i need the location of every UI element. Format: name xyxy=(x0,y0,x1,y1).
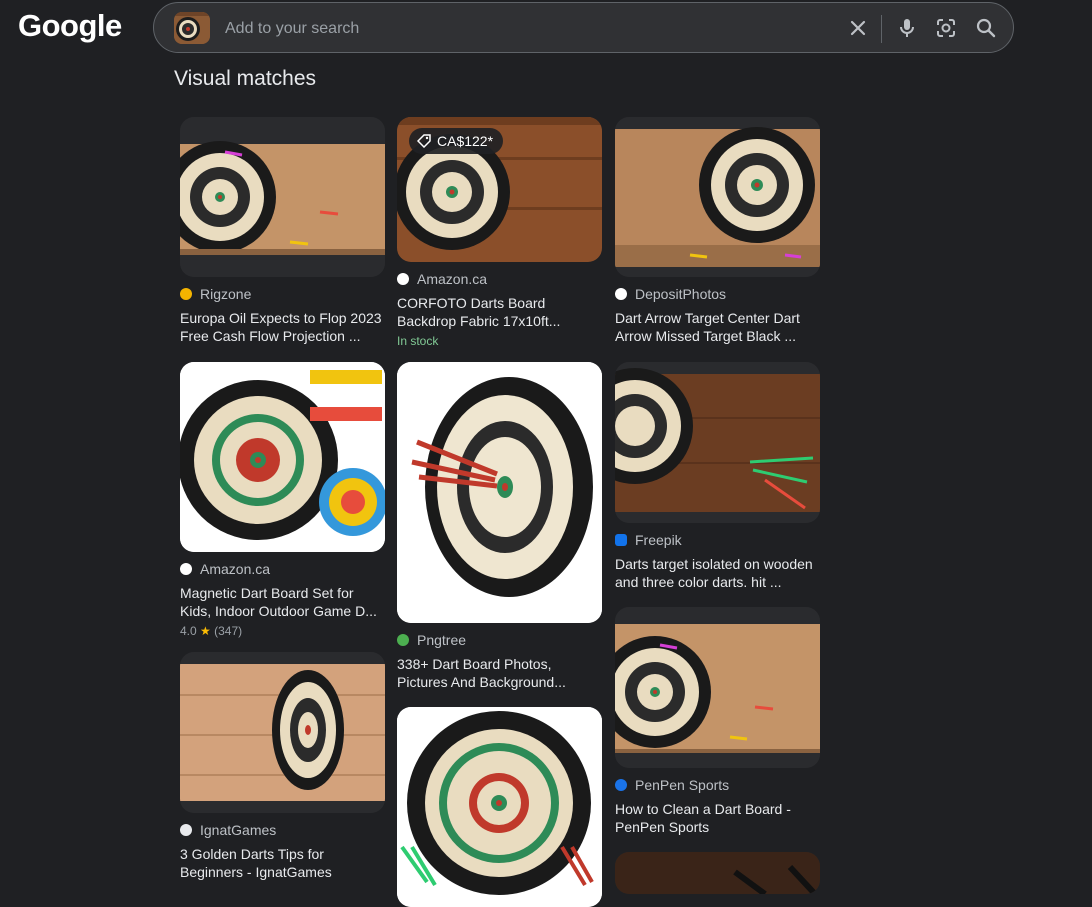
section-title: Visual matches xyxy=(174,67,317,90)
title-line: Backdrop Fabric 17x10ft... xyxy=(397,313,561,329)
result-source[interactable]: DepositPhotos xyxy=(615,285,820,303)
source-name: DepositPhotos xyxy=(635,286,727,302)
result-source[interactable]: Amazon.ca xyxy=(397,270,602,288)
result-source[interactable]: IgnatGames xyxy=(180,821,385,839)
source-name: IgnatGames xyxy=(200,822,277,838)
amazon-favicon xyxy=(180,563,192,575)
result-image[interactable] xyxy=(615,852,820,894)
result-card[interactable]: Freepik Darts target isolated on wooden … xyxy=(615,362,820,591)
title-line: Pictures And Background... xyxy=(397,674,566,690)
review-count: (347) xyxy=(214,624,243,638)
result-image[interactable]: CA$122* xyxy=(397,117,602,262)
source-name: Rigzone xyxy=(200,286,252,302)
title-line: Magnetic Dart Board Set for xyxy=(180,585,354,601)
title-line: PenPen Sports xyxy=(615,819,710,835)
result-title[interactable]: 338+ Dart Board Photos, Pictures And Bac… xyxy=(397,655,602,691)
rigzone-favicon xyxy=(180,288,192,300)
source-name: Pngtree xyxy=(417,632,467,648)
source-name: Amazon.ca xyxy=(200,561,271,577)
result-image[interactable] xyxy=(180,362,385,552)
result-image[interactable] xyxy=(180,117,385,277)
tag-icon xyxy=(417,134,431,148)
title-line: 338+ Dart Board Photos, xyxy=(397,656,552,672)
source-name: PenPen Sports xyxy=(635,777,730,793)
result-card[interactable]: Rigzone Europa Oil Expects to Flop 2023 … xyxy=(180,117,385,345)
price-text: CA$122* xyxy=(437,133,494,149)
rating: 4.0 ★ (347) xyxy=(180,624,385,638)
pngtree-favicon xyxy=(397,634,409,646)
ignatgames-favicon xyxy=(180,824,192,836)
result-title[interactable]: 3 Golden Darts Tips for Beginners - Igna… xyxy=(180,845,385,881)
result-card[interactable]: IgnatGames 3 Golden Darts Tips for Begin… xyxy=(180,652,385,881)
source-name: Freepik xyxy=(635,532,682,548)
star-icon: ★ xyxy=(200,624,211,638)
result-source[interactable]: Freepik xyxy=(615,531,820,549)
result-image[interactable] xyxy=(180,652,385,813)
freepik-favicon xyxy=(615,534,627,546)
result-title[interactable]: Darts target isolated on wooden and thre… xyxy=(615,555,820,591)
title-line: Dart Arrow Target Center Dart xyxy=(615,310,800,326)
result-card[interactable]: DepositPhotos Dart Arrow Target Center D… xyxy=(615,117,820,345)
result-title[interactable]: How to Clean a Dart Board - PenPen Sport… xyxy=(615,800,820,836)
result-card[interactable] xyxy=(615,852,820,894)
stock-status: In stock xyxy=(397,334,439,348)
result-image[interactable] xyxy=(615,362,820,523)
source-name: Amazon.ca xyxy=(417,271,488,287)
result-card[interactable]: Pngtree 338+ Dart Board Photos, Pictures… xyxy=(397,362,602,691)
title-line: Beginners - IgnatGames xyxy=(180,864,332,880)
title-line: CORFOTO Darts Board xyxy=(397,295,546,311)
google-logo[interactable]: Google xyxy=(18,8,122,44)
close-icon[interactable] xyxy=(846,16,870,40)
amazon-favicon xyxy=(397,273,409,285)
search-bar xyxy=(153,2,1014,53)
title-line: How to Clean a Dart Board - xyxy=(615,801,791,817)
search-input[interactable] xyxy=(223,11,787,47)
result-source[interactable]: Amazon.ca xyxy=(180,560,385,578)
divider xyxy=(881,15,882,43)
depositphotos-favicon xyxy=(615,288,627,300)
title-line: Free Cash Flow Projection ... xyxy=(180,328,361,344)
title-line: and three color darts. hit ... xyxy=(615,574,782,590)
result-title[interactable]: Magnetic Dart Board Set for Kids, Indoor… xyxy=(180,584,385,620)
result-image[interactable] xyxy=(615,607,820,768)
title-line: Europa Oil Expects to Flop 2023 xyxy=(180,310,382,326)
title-line: 3 Golden Darts Tips for xyxy=(180,846,324,862)
result-card[interactable] xyxy=(397,707,602,907)
result-title[interactable]: Dart Arrow Target Center Dart Arrow Miss… xyxy=(615,309,820,345)
result-source[interactable]: Rigzone xyxy=(180,285,385,303)
result-source[interactable]: Pngtree xyxy=(397,631,602,649)
result-image[interactable] xyxy=(397,707,602,907)
result-card[interactable]: CA$122* Amazon.ca CORFOTO Darts Board Ba… xyxy=(397,117,602,348)
result-card[interactable]: Amazon.ca Magnetic Dart Board Set for Ki… xyxy=(180,362,385,638)
result-card[interactable]: PenPen Sports How to Clean a Dart Board … xyxy=(615,607,820,836)
price-badge: CA$122* xyxy=(409,128,504,154)
title-line: Darts target isolated on wooden xyxy=(615,556,813,572)
image-thumbnail[interactable] xyxy=(174,12,210,44)
title-line: Arrow Missed Target Black ... xyxy=(615,328,797,344)
rating-value: 4.0 xyxy=(180,624,197,638)
result-image[interactable] xyxy=(615,117,820,277)
search-icon[interactable] xyxy=(974,16,998,40)
result-title[interactable]: Europa Oil Expects to Flop 2023 Free Cas… xyxy=(180,309,385,345)
mic-icon[interactable] xyxy=(895,16,919,40)
result-image[interactable] xyxy=(397,362,602,623)
penpen-favicon xyxy=(615,779,627,791)
lens-icon[interactable] xyxy=(934,16,958,40)
result-source[interactable]: PenPen Sports xyxy=(615,776,820,794)
title-line: Kids, Indoor Outdoor Game D... xyxy=(180,603,377,619)
result-title[interactable]: CORFOTO Darts Board Backdrop Fabric 17x1… xyxy=(397,294,602,330)
